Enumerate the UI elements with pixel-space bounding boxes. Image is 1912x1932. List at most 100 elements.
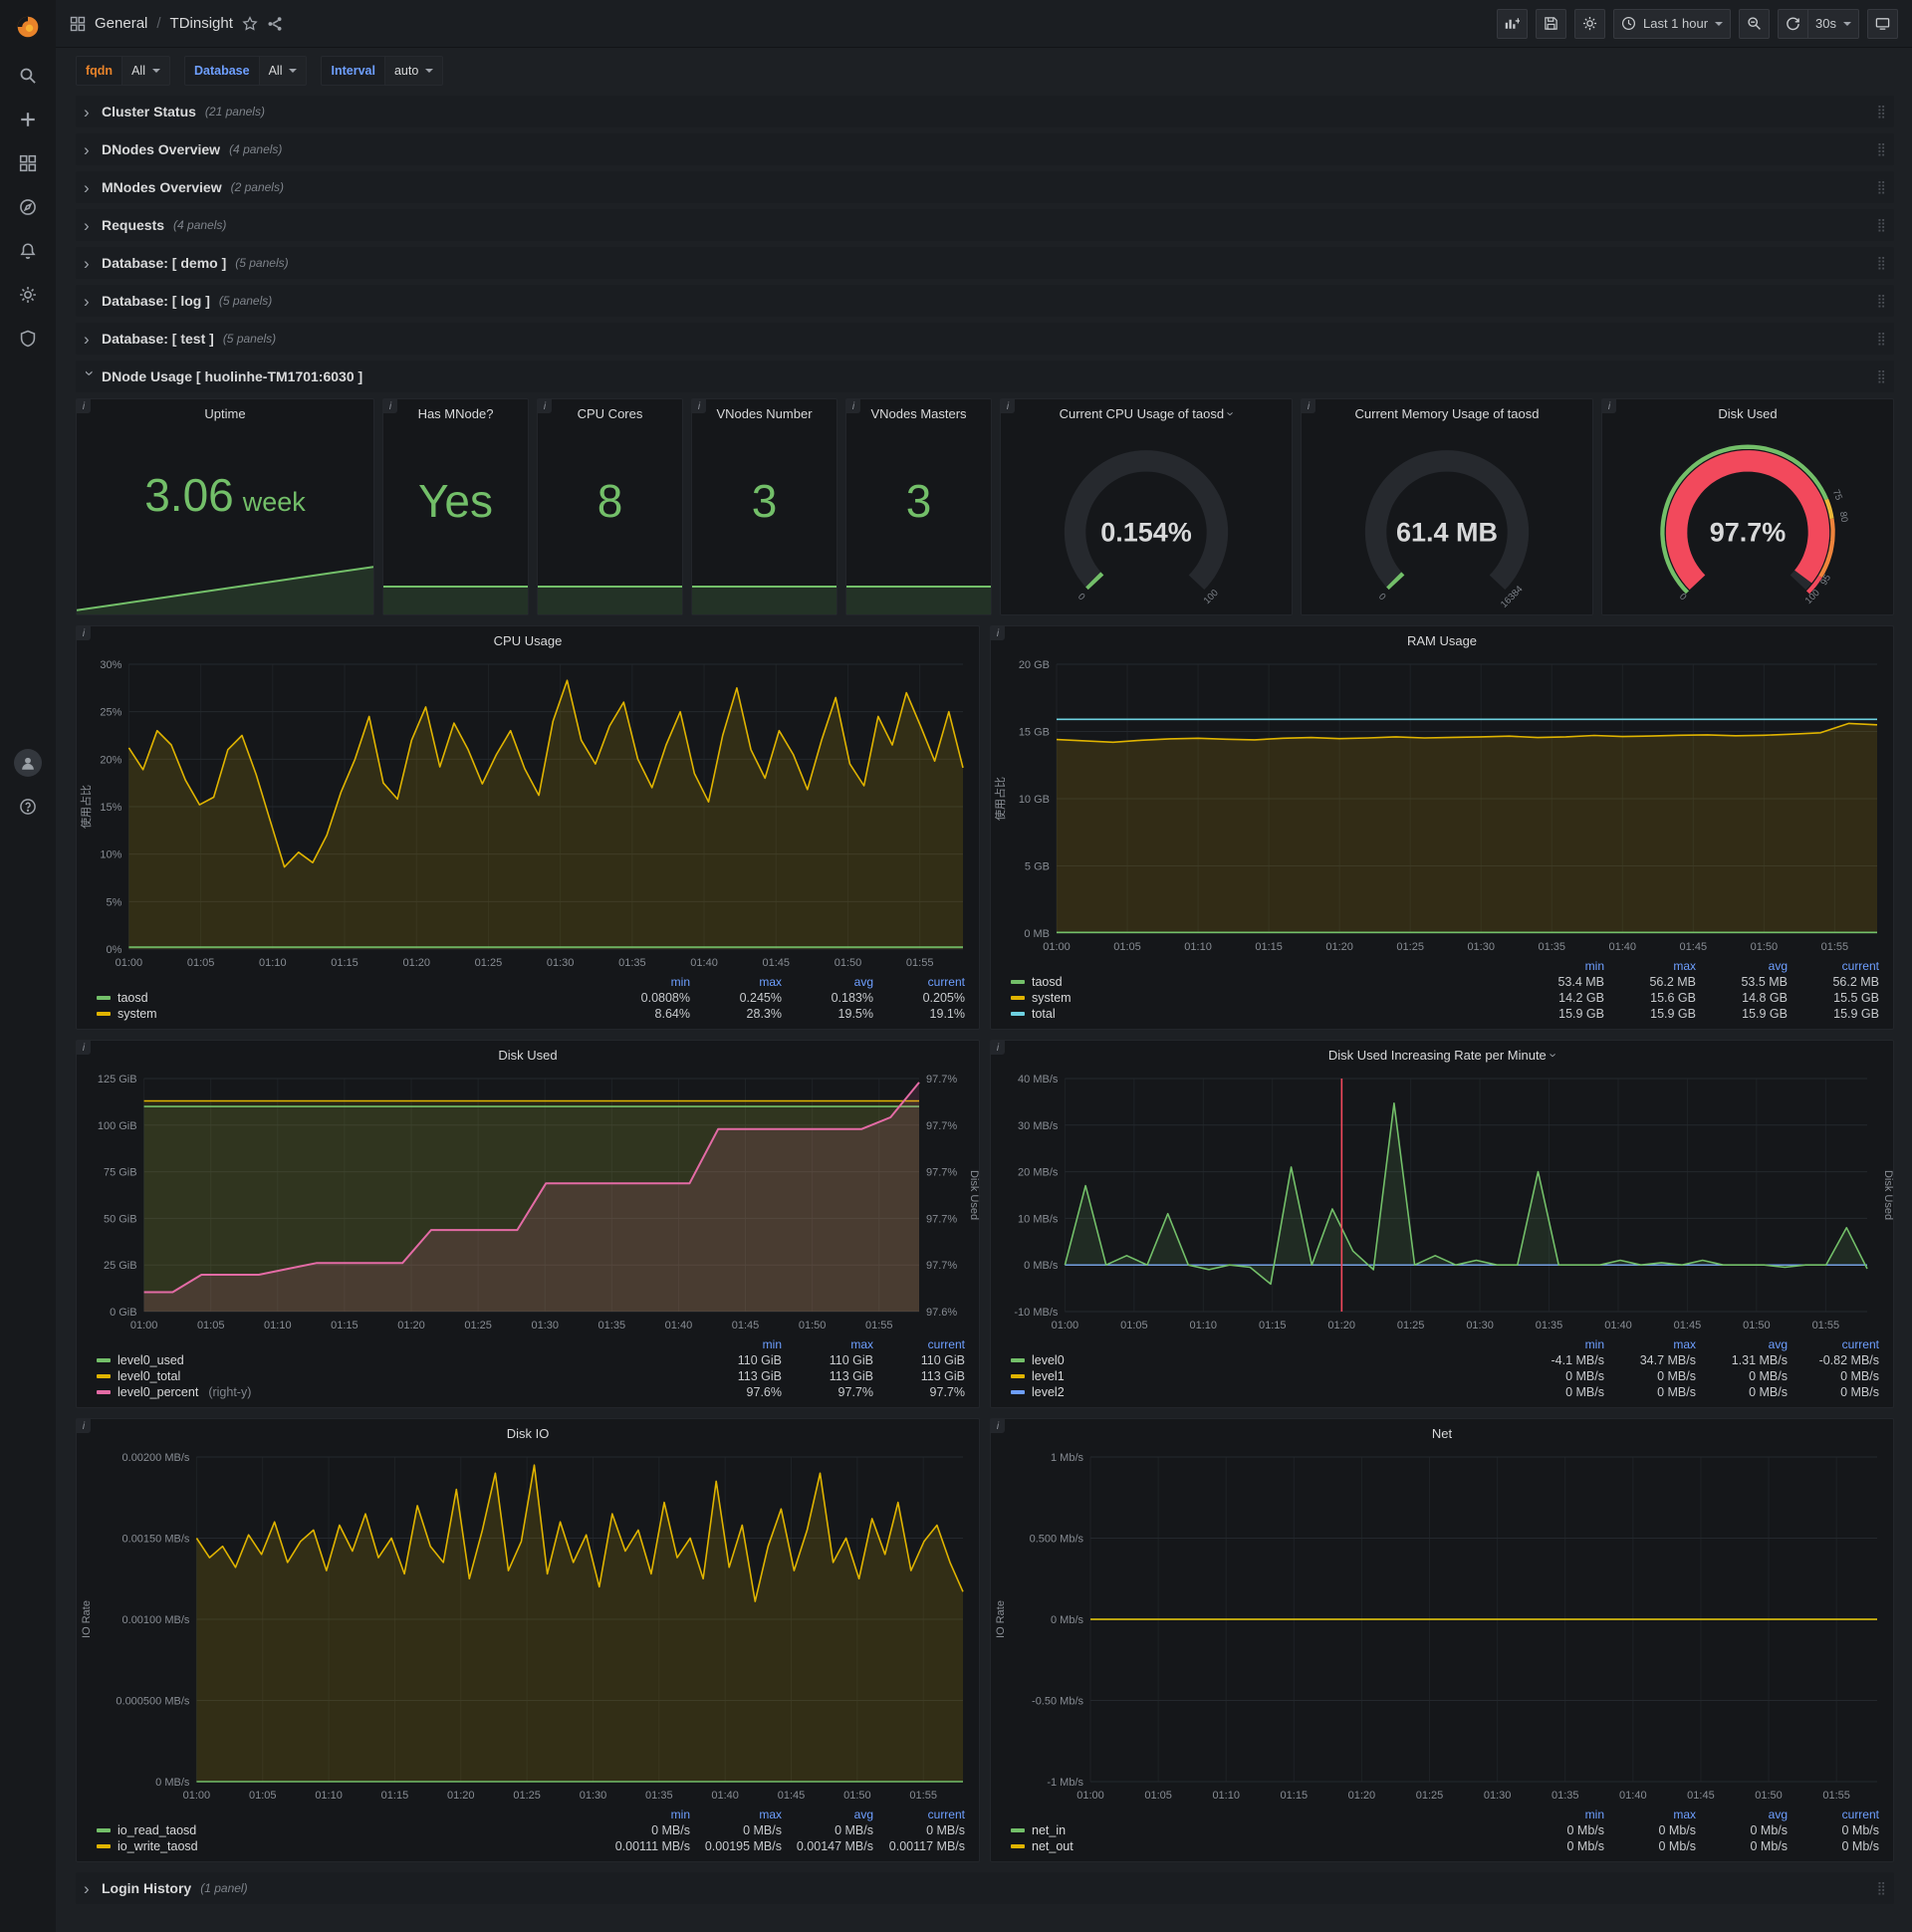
variable-value-dropdown[interactable]: All: [121, 56, 170, 86]
refresh-button[interactable]: [1778, 8, 1808, 39]
panel-info-icon[interactable]: [1302, 399, 1315, 413]
cpu-usage-chart[interactable]: 01:00 01:05 01:10 01:15 01:20 01:25 01:30 01:35…: [77, 654, 979, 973]
ram-usage-chart[interactable]: 01:00 01:05 01:10 01:15 01:20 01:25 01:30 01:35…: [991, 654, 1893, 957]
panel-title[interactable]: Has MNode?: [418, 406, 494, 421]
dashboards-icon[interactable]: [0, 141, 56, 185]
create-plus-icon[interactable]: [0, 98, 56, 141]
panel-info-icon[interactable]: [538, 399, 552, 413]
row-mnodes-overview[interactable]: MNodes Overview (2 panels): [76, 171, 1894, 203]
legend-series-name[interactable]: level2: [1011, 1385, 1513, 1399]
alerting-bell-icon[interactable]: [0, 229, 56, 273]
legend-series-name[interactable]: level0_used: [97, 1353, 690, 1367]
legend-column-header[interactable]: max: [690, 975, 782, 989]
panel-title[interactable]: Net: [1432, 1426, 1452, 1441]
legend-column-header[interactable]: max: [1604, 1808, 1696, 1821]
disk-rate-chart[interactable]: 01:00 01:05 01:10 01:15 01:20 01:25 01:30 01:35…: [991, 1069, 1894, 1335]
net-chart[interactable]: 01:00 01:05 01:10 01:15 01:20 01:25 01:30 01:35…: [991, 1447, 1893, 1806]
cycle-view-tv-button[interactable]: [1867, 8, 1898, 39]
panel-info-icon[interactable]: [1602, 399, 1616, 413]
panel-info-icon[interactable]: [77, 626, 91, 640]
memory-usage-gauge[interactable]: 0 16384 61.4 MB: [1302, 427, 1592, 614]
row-login-history[interactable]: Login History (1 panel): [76, 1872, 1894, 1904]
panel-info-icon[interactable]: [991, 626, 1005, 640]
breadcrumb-page-title[interactable]: TDinsight: [170, 15, 233, 32]
panel-title[interactable]: Disk IO: [507, 1426, 550, 1441]
legend-column-header[interactable]: current: [873, 1808, 965, 1821]
legend-column-header[interactable]: min: [1513, 1808, 1604, 1821]
cpu-usage-gauge[interactable]: 0 100 0.154%: [1001, 427, 1292, 614]
variable-value-dropdown[interactable]: All: [258, 56, 308, 86]
breadcrumb-section[interactable]: General: [95, 15, 147, 32]
row-database-test[interactable]: Database: [ test ] (5 panels): [76, 323, 1894, 355]
panel-info-icon[interactable]: [1001, 399, 1015, 413]
disk-used-chart[interactable]: 01:00 01:05 01:10 01:15 01:20 01:25 01:30 01:35…: [77, 1069, 980, 1335]
legend-column-header[interactable]: min: [598, 1808, 690, 1821]
panel-title[interactable]: Disk Used Increasing Rate per Minute: [1328, 1048, 1547, 1063]
drag-handle-icon[interactable]: [1876, 255, 1886, 271]
legend-column-header[interactable]: avg: [782, 1808, 873, 1821]
legend-column-header[interactable]: max: [1604, 1337, 1696, 1351]
add-panel-button[interactable]: [1496, 8, 1528, 39]
variable-database[interactable]: Database All: [183, 56, 308, 86]
time-range-picker[interactable]: Last 1 hour: [1612, 8, 1732, 39]
server-admin-shield-icon[interactable]: [0, 317, 56, 361]
refresh-interval-select[interactable]: 30s: [1807, 8, 1859, 39]
panel-info-icon[interactable]: [991, 1041, 1005, 1055]
help-icon[interactable]: [0, 785, 56, 829]
save-dashboard-button[interactable]: [1535, 8, 1566, 39]
drag-handle-icon[interactable]: [1876, 104, 1886, 120]
variable-value-dropdown[interactable]: auto: [383, 56, 444, 86]
panel-title[interactable]: Uptime: [204, 406, 245, 421]
panel-title[interactable]: VNodes Number: [716, 406, 812, 421]
drag-handle-icon[interactable]: [1876, 368, 1886, 384]
legend-series-name[interactable]: io_write_taosd: [97, 1839, 598, 1853]
disk-io-chart[interactable]: 01:00 01:05 01:10 01:15 01:20 01:25 01:30 01:35…: [77, 1447, 979, 1806]
panel-title[interactable]: CPU Cores: [578, 406, 643, 421]
legend-column-header[interactable]: current: [1788, 1808, 1879, 1821]
legend-column-header[interactable]: avg: [1696, 1337, 1788, 1351]
panel-info-icon[interactable]: [77, 399, 91, 413]
legend-column-header[interactable]: min: [690, 1337, 782, 1351]
row-database-log[interactable]: Database: [ log ] (5 panels): [76, 285, 1894, 317]
row-cluster-status[interactable]: Cluster Status (21 panels): [76, 96, 1894, 127]
legend-series-name[interactable]: net_in: [1011, 1823, 1513, 1837]
panel-title[interactable]: Current CPU Usage of taosd: [1060, 406, 1224, 421]
legend-column-header[interactable]: avg: [782, 975, 873, 989]
variable-fqdn[interactable]: fqdn All: [76, 56, 170, 86]
legend-column-header[interactable]: current: [873, 975, 965, 989]
row-database-demo[interactable]: Database: [ demo ] (5 panels): [76, 247, 1894, 279]
user-avatar[interactable]: [0, 741, 56, 785]
explore-compass-icon[interactable]: [0, 185, 56, 229]
star-icon[interactable]: [242, 15, 258, 32]
legend-column-header[interactable]: min: [1513, 1337, 1604, 1351]
drag-handle-icon[interactable]: [1876, 331, 1886, 347]
row-dnodes-overview[interactable]: DNodes Overview (4 panels): [76, 133, 1894, 165]
panel-info-icon[interactable]: [77, 1419, 91, 1433]
legend-series-name[interactable]: level0_percent (right-y): [97, 1385, 690, 1399]
dashboard-settings-button[interactable]: [1573, 8, 1605, 39]
legend-series-name[interactable]: level0_total: [97, 1369, 690, 1383]
grafana-logo[interactable]: [0, 0, 56, 54]
legend-series-name[interactable]: taosd: [1011, 975, 1513, 989]
legend-column-header[interactable]: max: [690, 1808, 782, 1821]
legend-column-header[interactable]: current: [1788, 959, 1879, 973]
panel-title[interactable]: CPU Usage: [494, 633, 563, 648]
panel-title[interactable]: Disk Used: [1718, 406, 1777, 421]
share-icon[interactable]: [267, 16, 283, 32]
legend-column-header[interactable]: max: [1604, 959, 1696, 973]
panel-info-icon[interactable]: [692, 399, 706, 413]
legend-column-header[interactable]: min: [1513, 959, 1604, 973]
legend-series-name[interactable]: level0: [1011, 1353, 1513, 1367]
panel-info-icon[interactable]: [991, 1419, 1005, 1433]
panel-info-icon[interactable]: [846, 399, 860, 413]
panel-info-icon[interactable]: [77, 1041, 91, 1055]
panel-info-icon[interactable]: [383, 399, 397, 413]
legend-series-name[interactable]: taosd: [97, 991, 598, 1005]
drag-handle-icon[interactable]: [1876, 1880, 1886, 1896]
drag-handle-icon[interactable]: [1876, 179, 1886, 195]
legend-column-header[interactable]: avg: [1696, 959, 1788, 973]
variable-interval[interactable]: Interval auto: [321, 56, 444, 86]
legend-column-header[interactable]: current: [1788, 1337, 1879, 1351]
drag-handle-icon[interactable]: [1876, 217, 1886, 233]
disk-used-gauge[interactable]: 0 75 80 95 100 97.7%: [1602, 427, 1893, 614]
